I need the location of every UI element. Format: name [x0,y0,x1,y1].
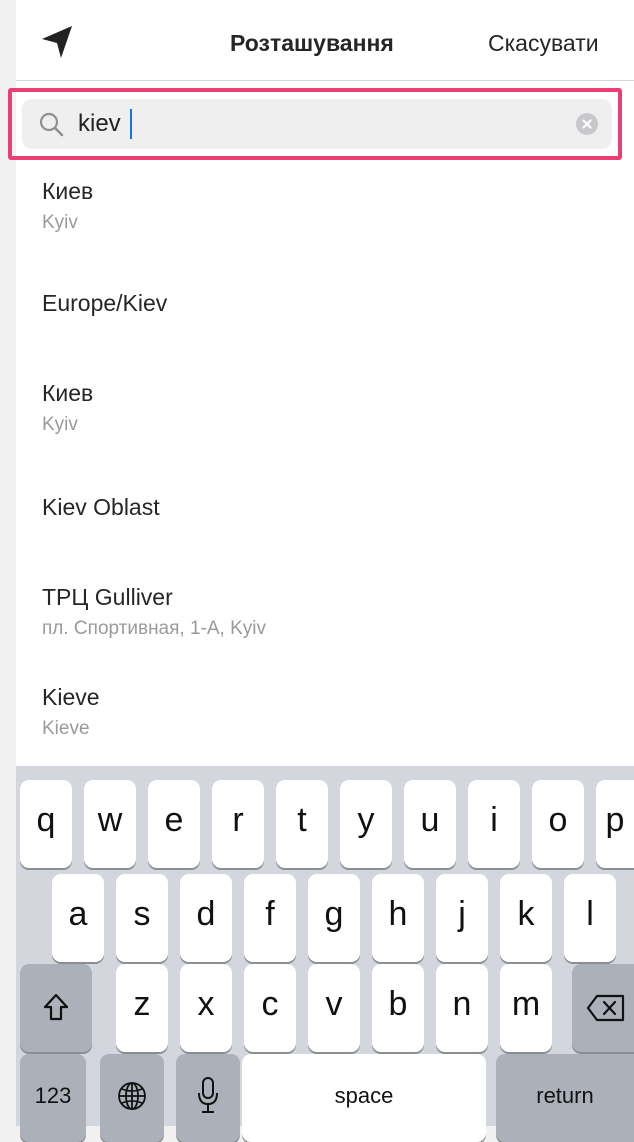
return-key[interactable]: return [496,1054,634,1142]
result-item[interactable]: Kiev Oblast [16,464,634,564]
key-u[interactable]: u [404,780,456,868]
key-l[interactable]: l [564,874,616,962]
globe-key[interactable] [100,1054,164,1142]
result-name: Киев [42,380,94,406]
key-h[interactable]: h [372,874,424,962]
search-bar[interactable] [22,99,612,149]
search-icon [38,111,64,137]
result-name: Kiev Oblast [42,494,160,520]
result-subtitle: Kyiv [42,414,78,435]
result-name: ТРЦ Gulliver [42,584,173,610]
key-t[interactable]: t [276,780,328,868]
microphone-icon [198,1077,218,1113]
result-name: Kieve [42,684,100,710]
key-m[interactable]: m [500,964,552,1052]
result-name: Киев [42,178,94,204]
key-b[interactable]: b [372,964,424,1052]
shift-icon [43,993,69,1021]
key-z[interactable]: z [116,964,168,1052]
key-p[interactable]: p [596,780,634,868]
space-key[interactable]: space [242,1054,486,1142]
result-name: Europe/Kiev [42,290,168,316]
backspace-key[interactable] [572,964,634,1052]
key-k[interactable]: k [500,874,552,962]
header-bar: Розташування Скасувати [16,0,634,81]
numbers-key[interactable]: 123 [20,1054,86,1142]
key-w[interactable]: w [84,780,136,868]
shift-key[interactable] [20,964,92,1052]
key-e[interactable]: e [148,780,200,868]
microphone-key[interactable] [176,1054,240,1142]
key-s[interactable]: s [116,874,168,962]
key-j[interactable]: j [436,874,488,962]
result-item[interactable]: Kieve Kieve [16,666,634,766]
backspace-icon [586,994,625,1022]
result-subtitle: Kyiv [42,212,78,233]
result-subtitle: Kieve [42,718,90,739]
search-input[interactable] [78,99,538,149]
cancel-button[interactable]: Скасувати [488,30,599,57]
key-c[interactable]: c [244,964,296,1052]
keyboard: q w e r t y u i o p a s d f g h j k l z … [16,766,634,1142]
key-g[interactable]: g [308,874,360,962]
clear-circle-icon[interactable] [576,113,598,135]
globe-icon [118,1082,146,1110]
key-y[interactable]: y [340,780,392,868]
key-d[interactable]: d [180,874,232,962]
key-n[interactable]: n [436,964,488,1052]
result-item[interactable]: Киев Kyiv [16,362,634,462]
key-q[interactable]: q [20,780,72,868]
key-x[interactable]: x [180,964,232,1052]
result-item[interactable]: Europe/Kiev [16,260,634,360]
text-cursor [130,109,132,139]
result-item[interactable]: Киев Kyiv [16,160,634,260]
key-i[interactable]: i [468,780,520,868]
key-r[interactable]: r [212,780,264,868]
key-v[interactable]: v [308,964,360,1052]
page-title: Розташування [230,30,394,56]
key-o[interactable]: o [532,780,584,868]
result-item[interactable]: ТРЦ Gulliver пл. Спортивная, 1-А, Kyiv [16,566,634,666]
result-subtitle: пл. Спортивная, 1-А, Kyiv [42,618,266,639]
key-a[interactable]: a [52,874,104,962]
key-f[interactable]: f [244,874,296,962]
location-arrow-icon[interactable] [38,22,78,62]
